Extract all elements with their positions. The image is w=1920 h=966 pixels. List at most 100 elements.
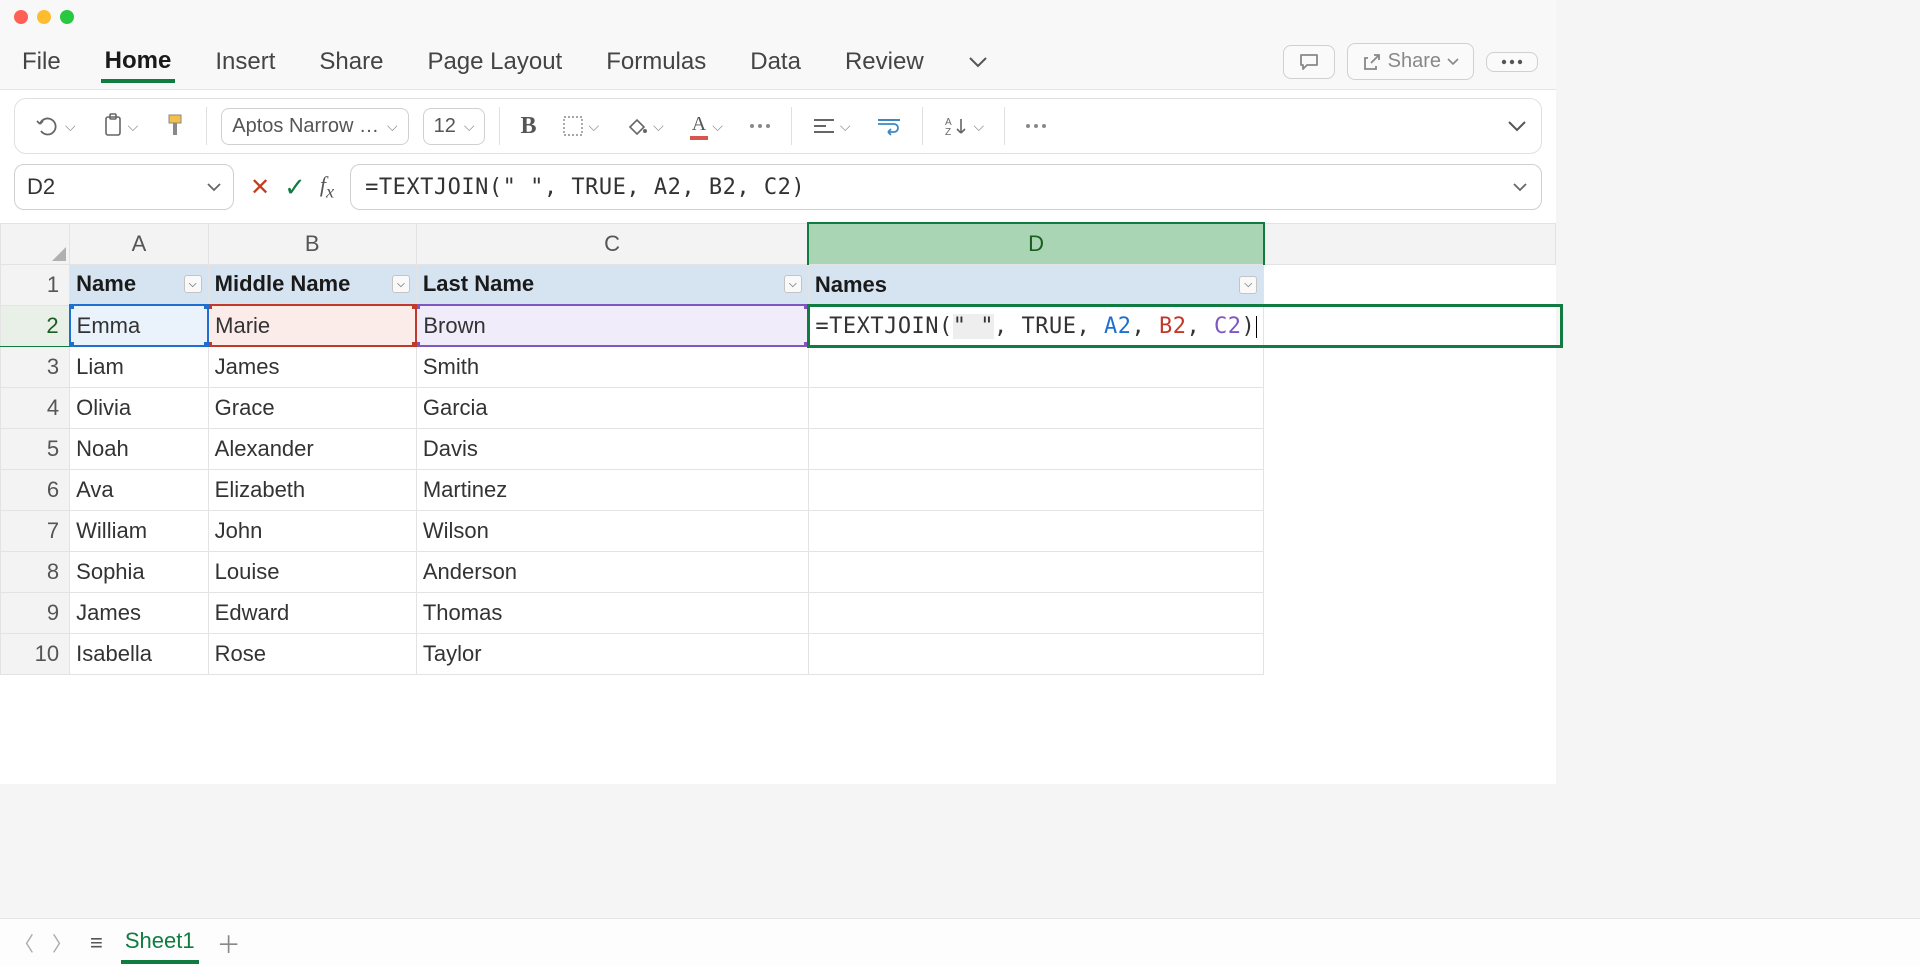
cell-C1[interactable]: Last Name⌵ — [416, 264, 808, 305]
cell[interactable]: Grace — [208, 387, 416, 428]
cell[interactable] — [1264, 633, 1556, 674]
filter-icon[interactable]: ⌵ — [1239, 276, 1257, 294]
menu-data[interactable]: Data — [746, 42, 805, 82]
cell[interactable]: Edward — [208, 592, 416, 633]
fill-color-button[interactable]: ⌵ — [619, 111, 670, 141]
undo-button[interactable]: ⌵ — [29, 111, 82, 141]
spreadsheet-grid[interactable]: A B C D 1 Name⌵ Middle Name⌵ Last Name⌵ … — [0, 222, 1556, 675]
row-header[interactable]: 2 — [1, 305, 70, 346]
cell[interactable]: James — [208, 346, 416, 387]
cell-B2[interactable]: Marie — [208, 305, 416, 346]
sheet-prev-button[interactable]: 〈 — [14, 928, 34, 957]
cell-A1[interactable]: Name⌵ — [70, 264, 209, 305]
row-header[interactable]: 4 — [1, 387, 70, 428]
menu-formulas[interactable]: Formulas — [602, 42, 710, 82]
cell[interactable] — [808, 346, 1263, 387]
row-header[interactable]: 9 — [1, 592, 70, 633]
column-header-D[interactable]: D — [808, 223, 1263, 264]
format-painter-button[interactable] — [158, 109, 192, 143]
cell[interactable]: Rose — [208, 633, 416, 674]
cell[interactable]: Smith — [416, 346, 808, 387]
cell[interactable]: Davis — [416, 428, 808, 469]
borders-button[interactable]: ⌵ — [556, 111, 605, 141]
cell[interactable]: Taylor — [416, 633, 808, 674]
menu-home[interactable]: Home — [101, 41, 176, 83]
cell[interactable]: Olivia — [70, 387, 209, 428]
cell[interactable] — [1264, 510, 1556, 551]
font-color-button[interactable]: A ⌵ — [684, 109, 729, 144]
cell-A2[interactable]: Emma — [70, 305, 209, 346]
cell[interactable] — [1264, 264, 1556, 305]
cell[interactable] — [1264, 592, 1556, 633]
font-family-select[interactable]: Aptos Narrow … ⌵ — [221, 108, 408, 145]
cell-D2[interactable]: =TEXTJOIN(" ", TRUE, A2, B2, C2) — [808, 305, 1263, 346]
column-header-C[interactable]: C — [416, 223, 808, 264]
cell[interactable] — [808, 469, 1263, 510]
cell[interactable]: James — [70, 592, 209, 633]
share-button[interactable]: Share — [1347, 43, 1474, 80]
cell[interactable]: Noah — [70, 428, 209, 469]
column-header-E[interactable] — [1264, 223, 1556, 264]
fx-icon[interactable]: fx — [320, 172, 334, 202]
formula-bar[interactable]: =TEXTJOIN(" ", TRUE, A2, B2, C2) — [350, 164, 1542, 210]
collapse-ribbon-button[interactable] — [1507, 120, 1527, 132]
menu-share-tab[interactable]: Share — [315, 42, 387, 82]
window-maximize-button[interactable] — [60, 10, 74, 24]
row-header[interactable]: 5 — [1, 428, 70, 469]
row-header[interactable]: 6 — [1, 469, 70, 510]
cell-B1[interactable]: Middle Name⌵ — [208, 264, 416, 305]
cell-C2[interactable]: Brown — [416, 305, 808, 346]
formula-accept-button[interactable]: ✓ — [284, 172, 306, 203]
cell[interactable] — [808, 633, 1263, 674]
more-font-button[interactable] — [743, 119, 777, 133]
row-header[interactable]: 1 — [1, 264, 70, 305]
formula-cancel-button[interactable]: ✕ — [250, 173, 270, 202]
add-sheet-button[interactable]: ＋ — [217, 925, 241, 960]
cell[interactable] — [808, 510, 1263, 551]
cell[interactable]: Sophia — [70, 551, 209, 592]
cell[interactable] — [1264, 469, 1556, 510]
cell[interactable]: Isabella — [70, 633, 209, 674]
cell[interactable] — [1264, 346, 1556, 387]
row-header[interactable]: 7 — [1, 510, 70, 551]
filter-icon[interactable]: ⌵ — [184, 275, 202, 293]
menu-review[interactable]: Review — [841, 42, 928, 82]
row-header[interactable]: 3 — [1, 346, 70, 387]
cell[interactable] — [808, 428, 1263, 469]
cell[interactable]: William — [70, 510, 209, 551]
menu-page-layout[interactable]: Page Layout — [423, 42, 566, 82]
menu-file[interactable]: File — [18, 42, 65, 82]
column-header-B[interactable]: B — [208, 223, 416, 264]
cell[interactable]: Anderson — [416, 551, 808, 592]
cell[interactable]: Wilson — [416, 510, 808, 551]
cell[interactable]: Martinez — [416, 469, 808, 510]
cell[interactable] — [1264, 551, 1556, 592]
more-commands-button[interactable] — [1019, 119, 1053, 133]
menu-more[interactable] — [964, 50, 992, 74]
overflow-button[interactable] — [1486, 52, 1538, 72]
cell[interactable]: Garcia — [416, 387, 808, 428]
wrap-text-button[interactable] — [870, 112, 908, 140]
window-close-button[interactable] — [14, 10, 28, 24]
cell[interactable]: Ava — [70, 469, 209, 510]
cell[interactable]: Alexander — [208, 428, 416, 469]
cell[interactable] — [1264, 387, 1556, 428]
cell[interactable] — [808, 551, 1263, 592]
cell[interactable]: Thomas — [416, 592, 808, 633]
row-header[interactable]: 8 — [1, 551, 70, 592]
row-header[interactable]: 10 — [1, 633, 70, 674]
cell[interactable] — [808, 592, 1263, 633]
filter-icon[interactable]: ⌵ — [392, 275, 410, 293]
cell[interactable] — [1264, 305, 1556, 346]
menu-insert[interactable]: Insert — [211, 42, 279, 82]
name-box[interactable]: D2 — [14, 164, 234, 210]
all-sheets-button[interactable]: ≡ — [90, 930, 103, 956]
cell-D1[interactable]: Names⌵ — [808, 264, 1263, 305]
comments-button[interactable] — [1283, 45, 1335, 79]
sheet-tab[interactable]: Sheet1 — [121, 922, 199, 964]
bold-button[interactable]: B — [514, 109, 542, 144]
clipboard-button[interactable]: ⌵ — [96, 109, 145, 143]
window-minimize-button[interactable] — [37, 10, 51, 24]
filter-icon[interactable]: ⌵ — [784, 275, 802, 293]
cell[interactable]: Louise — [208, 551, 416, 592]
